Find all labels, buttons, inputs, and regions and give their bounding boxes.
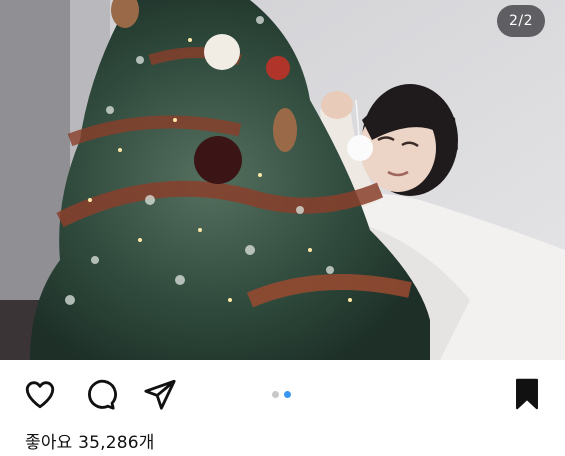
carousel-dots — [272, 391, 291, 398]
page-indicator: 2/2 — [497, 5, 545, 37]
likes-count[interactable]: 좋아요 35,286개 — [25, 428, 155, 453]
carousel-dot-2-active — [284, 391, 291, 398]
comment-button[interactable] — [80, 374, 120, 414]
carousel-dot-1 — [272, 391, 279, 398]
comment-bubble-icon — [88, 379, 117, 410]
save-button[interactable] — [507, 374, 547, 414]
photo-illustration — [0, 0, 565, 360]
like-button[interactable] — [20, 374, 60, 414]
post-photo[interactable]: 2/2 — [0, 0, 565, 360]
share-button[interactable] — [140, 374, 180, 414]
paper-plane-icon — [144, 379, 176, 410]
bookmark-filled-icon — [516, 378, 538, 410]
post-action-bar — [0, 360, 565, 426]
heart-outline-icon — [25, 381, 55, 409]
